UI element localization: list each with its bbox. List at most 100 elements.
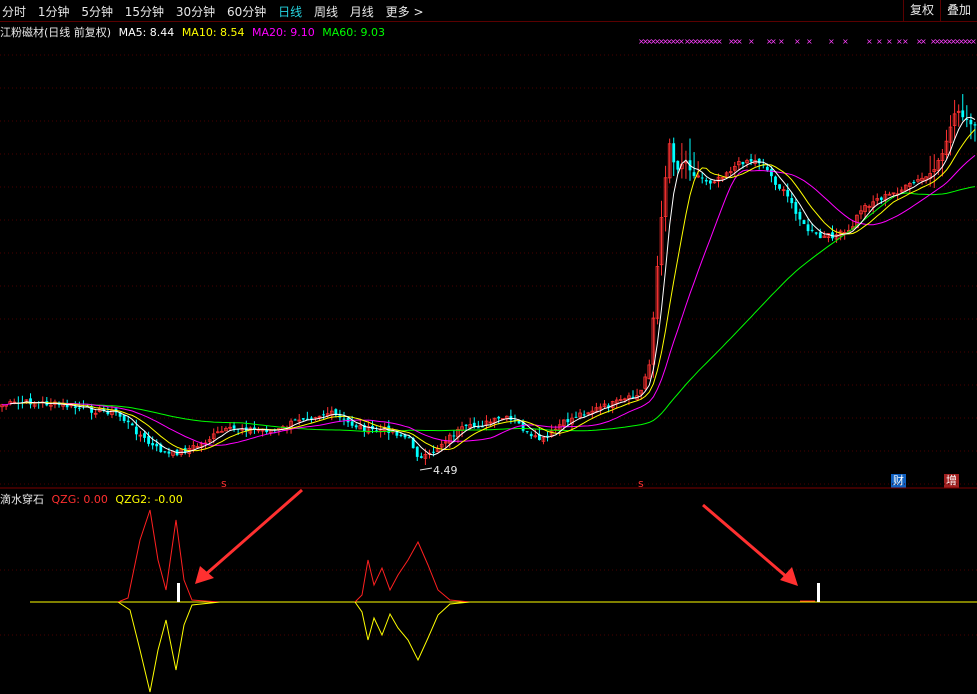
qzg2-line-1 xyxy=(117,601,221,693)
candle xyxy=(684,150,688,179)
candle-body xyxy=(77,407,81,409)
ma10-line xyxy=(14,129,976,452)
candle-body xyxy=(692,172,696,176)
low-price-label: 4.49 xyxy=(433,464,458,477)
candle-body xyxy=(310,417,313,419)
arrow-shaft-left xyxy=(204,488,303,577)
signal-bar-2 xyxy=(817,583,820,602)
candle-body xyxy=(464,424,468,426)
candle xyxy=(732,161,737,177)
candle-body xyxy=(476,427,480,429)
candle xyxy=(57,401,61,408)
candle xyxy=(301,417,305,421)
candle-body xyxy=(126,420,130,423)
candle-body xyxy=(973,124,977,126)
candle-body xyxy=(566,419,570,423)
candle xyxy=(253,421,256,434)
candle-body xyxy=(167,451,171,454)
candle-body xyxy=(529,433,533,437)
candle-body xyxy=(419,456,423,458)
x-marker: × xyxy=(748,37,755,46)
candle xyxy=(334,408,338,418)
candle xyxy=(138,431,143,442)
candle xyxy=(737,157,741,171)
candle xyxy=(745,158,749,168)
candle-body xyxy=(574,416,578,418)
candle xyxy=(663,165,668,232)
candle xyxy=(602,400,607,408)
candle-body xyxy=(232,425,236,429)
candle xyxy=(956,104,961,127)
candle xyxy=(53,399,57,409)
candle-body xyxy=(774,176,777,185)
candle xyxy=(961,94,965,121)
candle xyxy=(859,205,863,220)
candle-body xyxy=(472,422,476,427)
candle xyxy=(122,414,126,424)
x-marker: × xyxy=(716,37,723,46)
candle xyxy=(631,390,635,399)
candle xyxy=(354,423,358,430)
candle-body xyxy=(794,202,798,214)
candle xyxy=(655,255,660,325)
candle xyxy=(753,154,757,167)
candle xyxy=(415,446,419,462)
candle-body xyxy=(134,426,138,435)
candle-body xyxy=(802,220,806,225)
candle xyxy=(667,138,672,184)
indicator-panel xyxy=(30,509,977,693)
x-marker: × xyxy=(920,37,927,46)
candle-body xyxy=(122,415,126,421)
candle xyxy=(497,415,501,425)
candle-body xyxy=(700,177,704,179)
x-marker: × xyxy=(828,37,835,46)
x-marker: × xyxy=(794,37,801,46)
kline-chart[interactable]: ××××××××××× ××××××××× ××× × ×× × × × × × × × × × × ×× ××… xyxy=(0,0,977,694)
candle xyxy=(635,388,639,401)
candlestick-series xyxy=(0,94,977,466)
x-marker: × xyxy=(876,37,883,46)
x-marker: × xyxy=(736,37,743,46)
x-marker: × xyxy=(770,37,777,46)
candle-body xyxy=(672,143,676,163)
candle xyxy=(708,179,712,190)
candle-body xyxy=(961,110,965,118)
candle xyxy=(647,359,652,380)
candle xyxy=(228,422,232,431)
candle xyxy=(672,137,676,176)
candle-body xyxy=(969,120,973,125)
candle-body xyxy=(879,197,883,200)
candle xyxy=(895,187,900,200)
candle xyxy=(574,411,578,418)
candle-body xyxy=(770,169,773,177)
candle xyxy=(700,172,704,184)
candle-body xyxy=(73,406,77,408)
ma60-line xyxy=(38,186,976,433)
candle xyxy=(928,155,932,187)
qzg-line-1 xyxy=(117,509,221,603)
candle xyxy=(456,426,460,444)
candle-body xyxy=(798,211,802,220)
x-marker: × xyxy=(778,37,785,46)
candle-body xyxy=(301,418,305,420)
candle xyxy=(781,186,786,197)
candle xyxy=(4,404,8,410)
candle-body xyxy=(163,451,167,453)
candle xyxy=(8,399,12,406)
candle-body xyxy=(790,198,794,204)
candle-body xyxy=(786,189,790,197)
candle-body xyxy=(814,232,818,234)
candle-body xyxy=(350,421,354,426)
candle xyxy=(305,411,309,420)
candle-body xyxy=(806,224,810,232)
candle xyxy=(692,152,696,179)
candle xyxy=(973,121,977,142)
candle-body xyxy=(765,166,769,171)
candle xyxy=(610,400,615,414)
candle xyxy=(45,396,49,407)
candle xyxy=(680,143,684,179)
candle xyxy=(887,191,892,196)
candle-body xyxy=(399,434,403,437)
candle xyxy=(757,158,761,170)
candle xyxy=(529,431,533,439)
